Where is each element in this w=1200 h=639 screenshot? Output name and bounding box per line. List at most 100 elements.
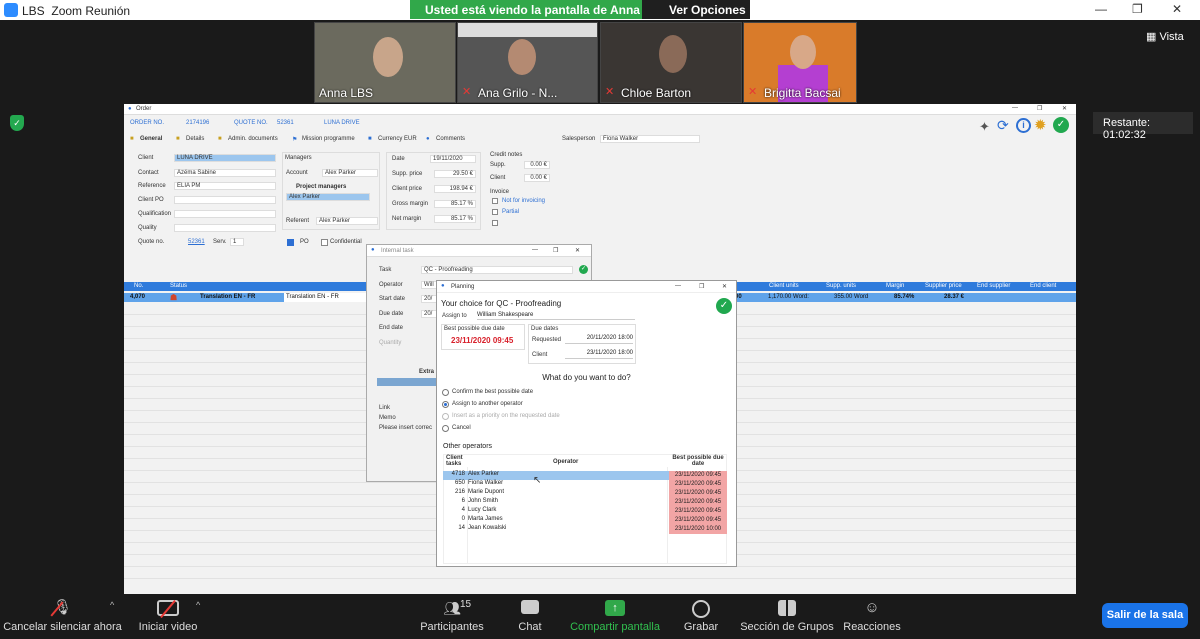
contact-select[interactable]: Azéma Sabine — [174, 169, 276, 177]
start-video-button[interactable]: Iniciar video ^ — [126, 596, 210, 639]
confidential-label: Confidential — [330, 239, 362, 245]
credit-notes-label: Credit notes — [490, 152, 523, 158]
share-screen-button[interactable]: ↑ Compartir pantalla — [565, 596, 665, 639]
contact-label: Contact — [138, 170, 159, 176]
client-date-label: Client — [532, 352, 548, 358]
participant-face — [373, 37, 403, 77]
requested-date: 20/11/2020 18:00 — [565, 335, 633, 344]
col-best-date[interactable]: Best possible due date — [669, 455, 727, 467]
task-ok-icon[interactable]: ✓ — [579, 265, 588, 274]
col-client-tasks[interactable]: Client tasks — [446, 455, 466, 467]
col-status[interactable]: Status — [170, 283, 187, 289]
row-client-units: 1,170.00 Word: — [768, 294, 809, 300]
chat-button[interactable]: Chat — [505, 596, 555, 639]
operator-row[interactable]: 4 Lucy Clark 23/11/2020 09:45 — [443, 507, 727, 516]
row-task-field[interactable]: Translation EN - FR — [284, 293, 366, 302]
gear-icon[interactable]: ✹ — [1034, 116, 1047, 134]
tab-general[interactable]: General — [140, 136, 162, 142]
account-select[interactable]: Alex Parker — [322, 169, 378, 177]
salesperson-label: Salesperson — [562, 136, 596, 142]
col-margin[interactable]: Margin — [886, 283, 904, 289]
operator-row[interactable]: 0 Marta James 23/11/2020 09:45 — [443, 516, 727, 525]
assign-to-field[interactable]: William Shakespeare — [477, 311, 635, 320]
supp-price-label: Supp. price — [392, 171, 423, 177]
referent-field[interactable]: Alex Parker — [316, 217, 378, 225]
close-window-button[interactable]: ✕ — [1172, 2, 1182, 16]
col-supp-units[interactable]: Supp. units — [826, 283, 856, 289]
client-price-field: 198.94 € — [434, 185, 476, 193]
credit-client-field: 0.00 € — [524, 174, 550, 182]
operator-row[interactable]: 650 Fiona Walker 23/11/2020 09:45 — [443, 480, 727, 489]
client-field[interactable]: LUNA DRIVE — [174, 154, 276, 162]
validate-icon[interactable]: ✓ — [1053, 117, 1069, 133]
net-margin-label: Net margin — [392, 216, 422, 222]
tab-comments[interactable]: Comments — [436, 136, 465, 142]
participants-button[interactable]: 👥︎ 15 Participantes — [400, 596, 504, 639]
assign-other-operator-label: Assign to another operator — [452, 401, 523, 407]
col-end-supplier[interactable]: End supplier — [977, 283, 1010, 289]
col-client-units[interactable]: Client units — [769, 283, 799, 289]
client-po-field[interactable] — [174, 196, 276, 204]
insert-priority-radio[interactable] — [442, 413, 449, 420]
confirm-best-date-radio[interactable] — [442, 389, 449, 396]
chevron-up-icon[interactable]: ^ — [110, 600, 114, 610]
view-options-button[interactable]: Ver Opciones ⌄ — [642, 0, 750, 31]
date-field[interactable]: 19/11/2020 — [430, 155, 476, 163]
video-tile[interactable]: Anna LBS — [314, 22, 456, 103]
col-end-client[interactable]: End client — [1030, 283, 1056, 289]
leave-meeting-button[interactable]: Salir de la sala — [1102, 603, 1188, 628]
chevron-up-icon[interactable]: ^ — [196, 600, 200, 610]
tab-details[interactable]: Details — [186, 136, 204, 142]
gross-margin-field: 85.17 % — [434, 200, 476, 208]
operator-row[interactable]: 216 Marie Dupont 23/11/2020 09:45 — [443, 489, 727, 498]
confidential-checkbox[interactable] — [321, 239, 328, 246]
date-label: Date — [392, 156, 405, 162]
partial-checkbox[interactable] — [492, 209, 498, 215]
assign-other-operator-radio[interactable] — [442, 401, 449, 408]
security-shield-icon[interactable]: ✓ — [10, 115, 24, 131]
breakout-rooms-button[interactable]: Sección de Grupos — [738, 596, 836, 639]
magic-wand-icon[interactable]: ✦ — [979, 119, 990, 135]
record-button[interactable]: Grabar — [675, 596, 727, 639]
salesperson-field[interactable]: Fiona Walker — [600, 135, 700, 143]
minimize-button[interactable]: — — [1095, 2, 1107, 16]
task-select[interactable]: QC - Proofreading — [421, 266, 573, 274]
reference-field[interactable]: ELIA PM — [174, 182, 276, 190]
col-supplier-price[interactable]: Supplier price — [925, 283, 962, 289]
tab-currency[interactable]: Currency EUR — [378, 136, 417, 142]
reactions-button[interactable]: ☺︎ Reacciones — [842, 596, 902, 639]
planning-minimize-button[interactable]: — — [675, 283, 681, 289]
view-button[interactable]: ▦ Vista — [1146, 30, 1184, 43]
invoice-option-checkbox[interactable] — [492, 220, 498, 226]
operator-row[interactable]: 6 John Smith 23/11/2020 09:45 — [443, 498, 727, 507]
due-date-label: Due date — [379, 311, 404, 317]
video-tile[interactable]: ✕ Brigitta Bacsai — [743, 22, 857, 103]
project-manager-item[interactable]: Alex Parker — [286, 193, 370, 201]
planning-close-button[interactable]: ✕ — [722, 283, 727, 290]
quote-no-label-2: Quote no. — [138, 239, 165, 245]
serv-field[interactable]: 1 — [230, 238, 244, 246]
quality-select[interactable] — [174, 224, 276, 232]
unmute-button[interactable]: 🎙︎ Cancelar silenciar ahora ^ — [0, 596, 125, 639]
task-label: Task — [379, 267, 392, 273]
operator-row[interactable]: 4718 Alex Parker 23/11/2020 09:45 — [443, 471, 727, 480]
quote-no-link[interactable]: 52361 — [188, 239, 205, 245]
planning-ok-icon[interactable]: ✓ — [716, 298, 732, 314]
video-tile[interactable]: ✕ Ana Grilo - N... — [457, 22, 598, 103]
qualification-select[interactable] — [174, 210, 276, 218]
refresh-icon[interactable]: ⟳ — [997, 117, 1009, 134]
maximize-button[interactable]: ❐ — [1132, 2, 1143, 16]
planning-maximize-button[interactable]: ❐ — [699, 283, 704, 290]
cancel-radio[interactable] — [442, 425, 449, 432]
operator-row[interactable]: 14 Jean Kowalski 23/11/2020 10:00 — [443, 525, 727, 534]
info-icon[interactable]: i — [1016, 118, 1031, 133]
status-person-icon: ☗ — [170, 293, 178, 302]
smiley-icon: ☺︎ — [864, 599, 880, 616]
not-for-invoicing-checkbox[interactable] — [492, 198, 498, 204]
col-operator[interactable]: Operator — [553, 459, 578, 465]
col-no[interactable]: No. — [134, 283, 143, 289]
tab-mission-programme[interactable]: Mission programme — [302, 136, 355, 142]
video-tile[interactable]: ✕ Chloe Barton — [600, 22, 742, 103]
po-checkbox[interactable] — [287, 239, 294, 246]
tab-admin-documents[interactable]: Admin. documents — [228, 136, 278, 142]
